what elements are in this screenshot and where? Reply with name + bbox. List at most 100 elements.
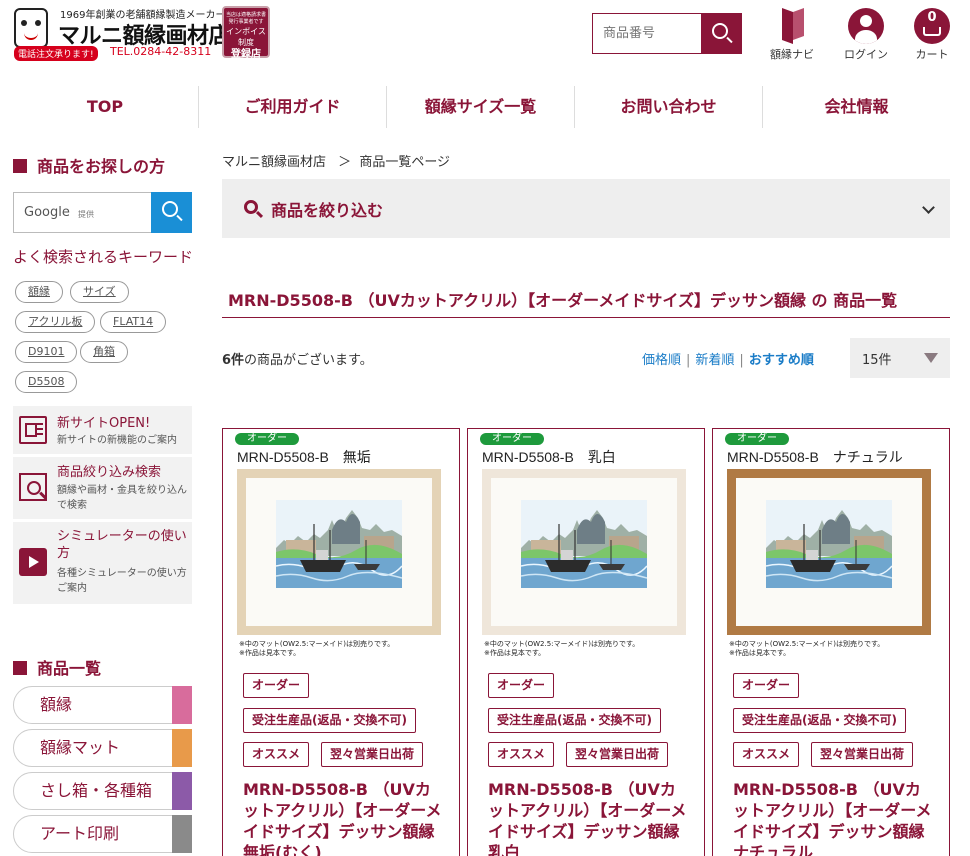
product-image-title: MRN-D5508-B ナチュラル [727, 449, 903, 465]
artwork [766, 500, 892, 588]
filter-search-icon [19, 473, 47, 501]
basket-shape [923, 27, 941, 36]
keyword-tag[interactable]: 角箱 [80, 341, 128, 363]
image-note: ※作品は見本です。 [484, 649, 546, 657]
page-title: MRN-D5508-B （UVカットアクリル）【オーダーメイドサイズ】デッサン額… [222, 287, 950, 318]
keyword-tag[interactable]: 額縁 [15, 281, 63, 303]
promo-title: シミュレーターの使い方 [57, 529, 187, 561]
newspaper-icon [19, 416, 47, 444]
keyword-tag[interactable]: D9101 [15, 341, 78, 363]
tag-made-to-order[interactable]: 受注生産品(返品・交換不可) [488, 708, 661, 733]
filter-label: 商品を絞り込む [271, 201, 384, 220]
keyword-tag[interactable]: サイズ [70, 281, 129, 303]
google-label: Google [24, 205, 70, 220]
tag-shipping[interactable]: 翌々営業日出荷 [811, 742, 914, 767]
search-icon [162, 201, 178, 217]
google-site-search[interactable]: Google 提供 [13, 192, 192, 233]
artwork-sketch [766, 500, 892, 588]
product-name-link[interactable]: MRN-D5508-B （UVカットアクリル）【オーダーメイドサイズ】デッサン額… [243, 779, 443, 856]
order-badge: オーダー [480, 433, 544, 445]
category-art-print[interactable]: アート印刷 [13, 815, 192, 853]
breadcrumb-current: 商品一覧ページ [359, 155, 451, 170]
order-badge: オーダー [235, 433, 299, 445]
nav-top[interactable]: TOP [12, 86, 199, 128]
tag-recommended[interactable]: オススメ [733, 742, 800, 767]
keywords-title: よく検索されるキーワード [13, 248, 194, 266]
tag-recommended[interactable]: オススメ [488, 742, 555, 767]
phone-order-badge: 電話注文承ります! [14, 46, 98, 61]
category-label: アート印刷 [40, 824, 120, 843]
dropdown-arrow-icon [924, 353, 938, 363]
filter-accordion[interactable]: 商品を絞り込む [222, 179, 950, 238]
cart-label: カート [915, 48, 949, 61]
nav-company[interactable]: 会社情報 [763, 86, 950, 128]
promo-desc: 額縁や画材・金具を絞り込んで検索 [57, 485, 187, 511]
promo-filter-search[interactable]: 商品絞り込み検索 額縁や画材・金具を絞り込んで検索 [13, 457, 192, 519]
result-count: 6件の商品がございます。 [222, 349, 373, 368]
product-number-input[interactable] [593, 14, 701, 53]
breadcrumb-home[interactable]: マルニ額縁画材店 [222, 155, 326, 170]
promo-title: 商品絞り込み検索 [57, 465, 162, 480]
product-search-button[interactable] [701, 14, 741, 53]
tag-shipping[interactable]: 翌々営業日出荷 [321, 742, 424, 767]
product-name-link[interactable]: MRN-D5508-B （UVカットアクリル）【オーダーメイドサイズ】デッサン額… [488, 779, 688, 856]
person-icon [848, 8, 884, 44]
tag-order[interactable]: オーダー [733, 673, 800, 698]
invoice-mid-text: インボイス制度 [226, 27, 266, 47]
google-search-button[interactable] [151, 192, 192, 233]
tag-order[interactable]: オーダー [243, 673, 310, 698]
promo-desc: 新サイトの新機能のご案内 [57, 435, 177, 446]
category-color-bar [172, 815, 192, 853]
nav-frame-sizes[interactable]: 額縁サイズ一覧 [387, 86, 575, 128]
category-color-bar [172, 772, 192, 810]
book-icon [782, 8, 804, 40]
chevron-down-icon [922, 201, 935, 214]
result-count-text: の商品がございます。 [244, 353, 373, 368]
invoice-registered-badge: 当店は適格請求書発行事業者です インボイス制度 登録店 [222, 6, 270, 60]
sort-recommended[interactable]: おすすめ順 [749, 353, 814, 368]
sort-newest[interactable]: 新着順 [695, 353, 734, 368]
product-name-link[interactable]: MRN-D5508-B （UVカットアクリル）【オーダーメイドサイズ】デッサン額… [733, 779, 933, 856]
sort-separator: | [739, 353, 744, 368]
keyword-tag[interactable]: D5508 [15, 371, 78, 393]
nav-guide[interactable]: ご利用ガイド [199, 86, 387, 128]
artwork [276, 500, 402, 588]
frame-mat [736, 478, 922, 626]
product-image[interactable] [237, 469, 441, 635]
category-label: 額縁マット [40, 738, 121, 757]
product-card[interactable]: オーダー MRN-D5508-B 無垢 ※中のマット(OW2.5:マーメイド)は… [222, 428, 460, 856]
keyword-tag[interactable]: アクリル板 [15, 311, 96, 333]
promo-new-site[interactable]: 新サイトOPEN! 新サイトの新機能のご案内 [13, 406, 192, 454]
product-card[interactable]: オーダー MRN-D5508-B 乳白 ※中のマット(OW2.5:マーメイド)は… [467, 428, 705, 856]
global-nav: TOP ご利用ガイド 額縁サイズ一覧 お問い合わせ 会社情報 [12, 86, 950, 128]
artwork-sketch [276, 500, 402, 588]
tag-made-to-order[interactable]: 受注生産品(返品・交換不可) [243, 708, 416, 733]
google-provided-label: 提供 [78, 210, 94, 219]
product-card[interactable]: オーダー MRN-D5508-B ナチュラル ※中のマット(OW2.5:マーメイ… [712, 428, 950, 856]
keyword-tag[interactable]: FLAT14 [100, 311, 167, 333]
promo-desc: 各種シミュレーターの使い方ご案内 [57, 568, 187, 594]
category-label: さし箱・各種箱 [40, 781, 153, 800]
cart-count: 0 [927, 10, 937, 25]
category-frames[interactable]: 額縁 [13, 686, 192, 724]
image-note: ※作品は見本です。 [239, 649, 301, 657]
tag-shipping[interactable]: 翌々営業日出荷 [566, 742, 669, 767]
invoice-big-text: 登録店 [231, 49, 261, 60]
per-page-select[interactable]: 15件 [850, 338, 950, 378]
product-image[interactable] [482, 469, 686, 635]
artwork-sketch [521, 500, 647, 588]
tag-made-to-order[interactable]: 受注生産品(返品・交換不可) [733, 708, 906, 733]
result-count-number: 6件 [222, 353, 245, 368]
tag-order[interactable]: オーダー [488, 673, 555, 698]
frame-navi-label: 額縁ナビ [770, 48, 814, 61]
phone-number: TEL.0284-42-8311 [110, 45, 212, 58]
category-boxes[interactable]: さし箱・各種箱 [13, 772, 192, 810]
sort-price[interactable]: 価格順 [642, 353, 681, 368]
category-mats[interactable]: 額縁マット [13, 729, 192, 767]
search-heading: 商品をお探しの方 [13, 153, 165, 177]
product-image[interactable] [727, 469, 931, 635]
nav-contact[interactable]: お問い合わせ [575, 86, 763, 128]
promo-simulator[interactable]: シミュレーターの使い方 各種シミュレーターの使い方ご案内 [13, 522, 192, 604]
cart-icon: 0 [914, 8, 950, 44]
tag-recommended[interactable]: オススメ [243, 742, 310, 767]
